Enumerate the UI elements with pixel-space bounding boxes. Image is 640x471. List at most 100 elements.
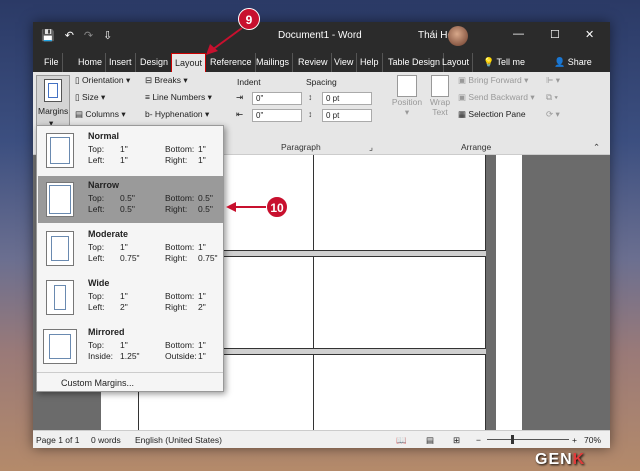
align-icon[interactable]: ⊫ ▾ <box>546 75 560 86</box>
tell-me-label: Tell me <box>496 57 526 67</box>
indent-label: Indent <box>237 77 261 87</box>
zoom-in-button[interactable]: + <box>572 435 577 445</box>
zoom-level[interactable]: 70% <box>584 435 601 445</box>
collapse-ribbon-icon[interactable]: ⌃ <box>593 142 600 153</box>
rotate-icon[interactable]: ⟳ ▾ <box>546 109 560 120</box>
margins-label: Margins <box>38 106 69 116</box>
indent-left-input[interactable]: 0" <box>252 92 302 105</box>
tab-table-design[interactable]: Table Design <box>385 53 445 72</box>
selection-pane-label: Selection Pane <box>468 109 526 119</box>
tell-me[interactable]: 💡 Tell me <box>480 53 528 72</box>
margin-value: 0.5" <box>198 204 213 214</box>
spacing-after-input[interactable]: 0 pt <box>322 109 372 122</box>
word-count[interactable]: 0 words <box>91 435 121 445</box>
send-backward-button[interactable]: ▣ Send Backward ▾ <box>458 92 535 103</box>
tab-mailings[interactable]: Mailings <box>253 53 294 72</box>
spacing-after-icon: ↕ <box>308 109 313 119</box>
position-icon <box>397 75 417 97</box>
share-button[interactable]: 👤 Share <box>551 53 595 72</box>
margin-option-narrow[interactable]: Narrow Top: 0.5" Bottom: 0.5" Left: 0.5" Right:… <box>38 176 223 223</box>
dialog-launcher-icon[interactable]: ⌟ <box>369 142 373 153</box>
print-layout-icon[interactable]: ▤ <box>426 435 434 446</box>
zoom-slider[interactable] <box>487 435 569 444</box>
margins-icon <box>44 79 62 102</box>
next-page-preview <box>496 155 522 430</box>
margin-option-normal[interactable]: Normal Top: 1" Bottom: 1" Left: 1" Right: 1" <box>38 127 223 174</box>
bring-forward-button[interactable]: ▣ Bring Forward ▾ <box>458 75 528 86</box>
tab-design[interactable]: Design <box>137 53 173 72</box>
tab-insert[interactable]: Insert <box>106 53 136 72</box>
page-count[interactable]: Page 1 of 1 <box>36 435 79 445</box>
arrange-group-label: Arrange <box>461 142 492 152</box>
spacing-before-icon: ↕ <box>308 92 313 102</box>
size-button[interactable]: ▯ Size ▾ <box>75 92 105 103</box>
watermark-gen: GEN <box>535 451 573 468</box>
zoom-slider-thumb[interactable] <box>511 435 514 444</box>
margin-value: Bottom: <box>165 193 195 203</box>
line-numbers-button[interactable]: ≡ Line Numbers ▾ <box>145 92 212 103</box>
customize-qat-icon[interactable]: ⇩ <box>103 29 112 42</box>
selection-pane-button[interactable]: ▦ Selection Pane <box>458 109 526 120</box>
margin-value: 1" <box>120 242 128 252</box>
read-mode-icon[interactable]: 📖 <box>396 435 407 446</box>
lightbulb-icon: 💡 <box>483 57 497 67</box>
margin-option-moderate[interactable]: Moderate Top: 1" Bottom: 1" Left: 0.75" Right: 0… <box>38 225 223 272</box>
tab-view[interactable]: View <box>331 53 358 72</box>
menu-separator <box>37 372 223 373</box>
zoom-out-button[interactable]: − <box>476 435 481 445</box>
spacing-before-input[interactable]: 0 pt <box>322 92 372 105</box>
send-backward-icon: ▣ <box>458 92 469 102</box>
margin-value: Left: <box>88 204 105 214</box>
custom-margins-button[interactable]: Custom Margins... <box>61 378 134 388</box>
close-button[interactable]: ✕ <box>585 28 594 41</box>
undo-icon[interactable]: ↶ <box>65 29 74 42</box>
hyphenation-button[interactable]: b- Hyphenation ▾ <box>145 109 209 120</box>
margin-value: Top: <box>88 144 105 154</box>
titlebar: 💾 ↶ ↷ ⇩ Document1 - Word Thái Hoc — ☐ ✕ <box>33 22 610 50</box>
redo-icon[interactable]: ↷ <box>84 29 93 42</box>
avatar[interactable] <box>448 26 468 46</box>
margin-value: 0.5" <box>120 204 135 214</box>
margin-option-wide[interactable]: Wide Top: 1" Bottom: 1" Left: 2" Right: 2" <box>38 274 223 321</box>
margin-preview-icon <box>46 182 74 217</box>
minimize-button[interactable]: — <box>513 28 524 40</box>
position-button[interactable]: Position ▾ <box>388 75 426 130</box>
tab-home[interactable]: Home <box>75 53 107 72</box>
margin-value: 1" <box>120 144 128 154</box>
margins-dropdown: Normal Top: 1" Bottom: 1" Left: 1" Right: 1" Narr… <box>36 125 224 392</box>
web-layout-icon[interactable]: ⊞ <box>453 435 460 446</box>
margin-preview-icon <box>46 133 74 168</box>
orientation-icon: ▯ <box>75 75 83 85</box>
margin-value: Left: <box>88 155 105 165</box>
tab-help[interactable]: Help <box>357 53 383 72</box>
columns-label: Columns <box>85 109 119 119</box>
margin-value: 1" <box>198 351 206 361</box>
wrap-text-button[interactable]: Wrap Text <box>427 75 453 135</box>
margin-value: Top: <box>88 340 105 350</box>
breaks-button[interactable]: ⊟ Breaks ▾ <box>145 75 188 86</box>
margin-value: Top: <box>88 193 105 203</box>
orientation-button[interactable]: ▯ Orientation ▾ <box>75 75 130 86</box>
language-indicator[interactable]: English (United States) <box>135 435 222 445</box>
position-label: Position <box>391 97 423 107</box>
line-numbers-label: Line Numbers <box>152 92 206 102</box>
columns-button[interactable]: ▤ Columns ▾ <box>75 109 126 120</box>
save-icon[interactable]: 💾 <box>41 29 55 42</box>
tab-table-layout[interactable]: Layout <box>439 53 474 72</box>
tab-review[interactable]: Review <box>295 53 332 72</box>
indent-right-input[interactable]: 0" <box>252 109 302 122</box>
margin-value: 1" <box>198 242 206 252</box>
margin-preview-icon <box>46 280 74 315</box>
tab-file[interactable]: File <box>41 53 63 72</box>
window-title: Document1 - Word <box>278 30 362 41</box>
table-column-divider <box>313 155 314 430</box>
margin-option-mirrored[interactable]: Mirrored Top: 1" Bottom: 1" Inside: 1.25" Outsi… <box>38 323 223 370</box>
maximize-button[interactable]: ☐ <box>550 28 560 41</box>
margin-value: 1" <box>120 291 128 301</box>
margin-value: Right: <box>165 302 188 312</box>
margin-value: Inside: <box>88 351 114 361</box>
group-icon[interactable]: ⧉ ▾ <box>546 92 558 103</box>
margin-value: 1" <box>198 155 206 165</box>
margin-value: 2" <box>120 302 128 312</box>
margin-option-name: Moderate <box>88 229 129 239</box>
